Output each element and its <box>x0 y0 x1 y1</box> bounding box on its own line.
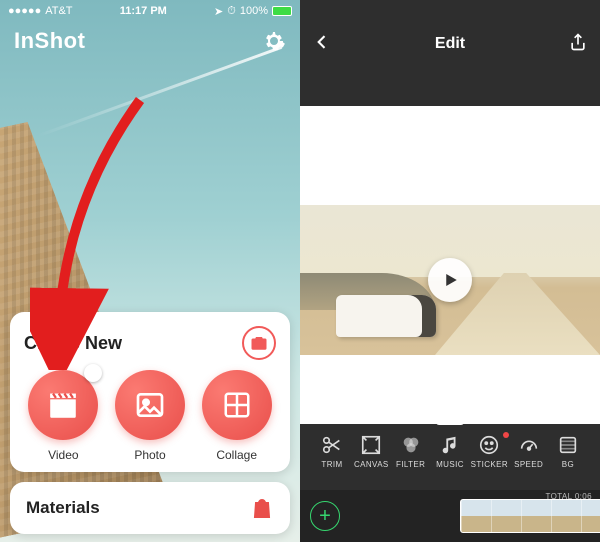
tool-bg-label: BG <box>562 460 574 469</box>
create-video-label: Video <box>48 448 78 462</box>
toolbar-handle[interactable] <box>436 421 464 425</box>
edit-header: Edit <box>300 22 600 66</box>
gear-icon <box>262 29 286 53</box>
create-new-card: Create New ↖ Video Photo <box>10 312 290 472</box>
camera-button[interactable] <box>242 326 276 360</box>
create-collage-button[interactable]: Collage <box>197 370 276 462</box>
tool-sticker-label: STICKER <box>471 460 508 469</box>
scissors-icon <box>321 434 343 456</box>
timeline-clip[interactable] <box>460 499 600 533</box>
create-collage-label: Collage <box>216 448 257 462</box>
chevron-left-icon <box>312 32 332 52</box>
tool-bg[interactable]: BG <box>550 434 586 469</box>
status-battery: 100% <box>240 5 268 17</box>
tool-music-label: MUSIC <box>436 460 464 469</box>
create-video-button[interactable]: ↖ Video <box>24 370 103 462</box>
shopping-bag-icon <box>250 496 274 520</box>
tool-music[interactable]: MUSIC <box>432 434 468 469</box>
tool-trim-label: TRIM <box>321 460 342 469</box>
sticker-icon <box>478 434 500 456</box>
signal-dots: ●●●●● <box>8 5 41 17</box>
status-bar: ●●●●● AT&T 11:17 PM ➤ ⏱ 100% <box>0 0 300 22</box>
video-frame[interactable] <box>300 205 600 355</box>
share-icon <box>568 32 588 52</box>
tool-canvas-label: CANVAS <box>354 460 389 469</box>
app-brand: InShot <box>14 28 85 54</box>
tool-filter-label: FILTER <box>396 460 425 469</box>
badge-new-icon <box>503 432 509 438</box>
filter-icon <box>400 434 422 456</box>
back-button[interactable] <box>312 32 332 57</box>
add-clip-button[interactable]: + <box>310 501 340 531</box>
materials-title: Materials <box>26 498 100 518</box>
camera-icon <box>250 334 268 352</box>
tool-speed-label: SPEED <box>514 460 543 469</box>
tool-sticker[interactable]: STICKER <box>471 434 507 469</box>
video-subject-truck <box>336 295 436 337</box>
status-time: 11:17 PM <box>120 5 167 17</box>
play-icon <box>441 271 459 289</box>
speed-icon <box>518 434 540 456</box>
location-icon: ➤ <box>214 5 223 18</box>
share-button[interactable] <box>568 32 588 57</box>
battery-icon <box>272 6 292 16</box>
status-carrier: AT&T <box>45 5 72 17</box>
edit-title: Edit <box>435 35 465 53</box>
bg-icon <box>557 434 579 456</box>
tool-canvas[interactable]: CANVAS <box>353 434 389 469</box>
tool-trim[interactable]: TRIM <box>314 434 350 469</box>
tool-speed[interactable]: SPEED <box>511 434 547 469</box>
home-screen: ●●●●● AT&T 11:17 PM ➤ ⏱ 100% InShot Crea… <box>0 0 300 542</box>
canvas-icon <box>360 434 382 456</box>
create-photo-button[interactable]: Photo <box>111 370 190 462</box>
image-icon <box>134 389 166 421</box>
cursor-indicator: ↖ <box>84 364 102 382</box>
editor-toolbar: TRIM CANVAS FILTER MUSIC STICKER SPE <box>300 424 600 490</box>
collage-icon <box>222 390 252 420</box>
edit-screen: Edit TRIM CANVAS <box>300 0 600 542</box>
create-title: Create New <box>24 333 122 354</box>
edit-header-spacer <box>300 66 600 106</box>
clapper-icon <box>46 388 80 422</box>
settings-button[interactable] <box>262 29 286 53</box>
tool-filter[interactable]: FILTER <box>393 434 429 469</box>
alarm-icon: ⏱ <box>227 5 236 18</box>
plus-icon: + <box>319 505 331 528</box>
play-button[interactable] <box>428 258 472 302</box>
music-icon <box>439 434 461 456</box>
video-preview-area <box>300 106 600 424</box>
status-bar <box>300 0 600 22</box>
materials-card[interactable]: Materials <box>10 482 290 534</box>
create-photo-label: Photo <box>134 448 165 462</box>
timeline: TOTAL 0:06 + <box>300 490 600 542</box>
